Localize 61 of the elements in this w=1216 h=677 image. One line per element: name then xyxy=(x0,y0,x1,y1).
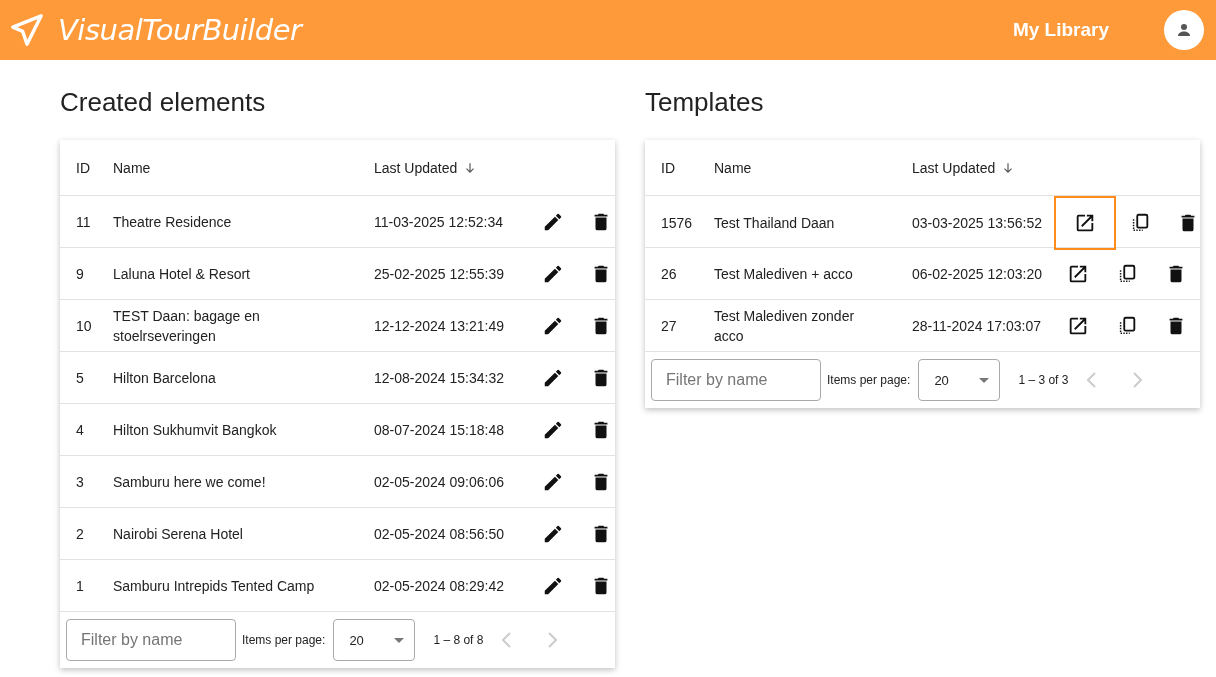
column-header[interactable]: Name xyxy=(714,159,912,176)
table-cell-text: 9 xyxy=(76,264,85,284)
table-cell-text: 1 xyxy=(76,576,85,596)
brand-name: VisualTourBuilder xyxy=(58,13,302,47)
table-cell-text: 27 xyxy=(661,316,678,336)
column-header[interactable]: Last Updated xyxy=(912,159,1054,176)
chevron-right-icon xyxy=(1132,372,1142,388)
open-external-button[interactable] xyxy=(1054,196,1116,250)
table-cell-text: 12-08-2024 15:34:32 xyxy=(374,368,505,388)
chevron-right-icon xyxy=(547,632,557,648)
chevron-left-icon xyxy=(501,632,511,648)
table-cell-text: 25-02-2025 12:55:39 xyxy=(374,264,505,284)
table-cell-text: Hilton Sukhumvit Bangkok xyxy=(113,420,278,440)
dropdown-caret-icon xyxy=(394,637,405,643)
table-cell-text: Test Malediven zonder acco xyxy=(714,306,856,346)
column-header[interactable]: Last Updated xyxy=(374,159,529,176)
table-cell-text: 5 xyxy=(76,368,85,388)
account-avatar[interactable] xyxy=(1164,10,1204,50)
table-cell-text: Samburu Intrepids Tented Camp xyxy=(113,576,316,596)
table-cell-text: 28-11-2024 17:03:07 xyxy=(912,316,1042,336)
page-range: 1 – 3 of 3 xyxy=(1018,373,1069,387)
table-cell-text: Laluna Hotel & Resort xyxy=(113,264,251,284)
table-cell-text: Nairobi Serena Hotel xyxy=(113,524,244,544)
items-per-page-label: Items per page: xyxy=(242,633,326,647)
column-header[interactable]: ID xyxy=(76,159,113,176)
table-cell-text: Hilton Barcelona xyxy=(113,368,217,388)
table-cell-text: 3 xyxy=(76,472,85,492)
table-cell-text: 02-05-2024 08:56:50 xyxy=(374,524,505,544)
table-cell-text: Test Thailand Daan xyxy=(714,214,836,233)
items-per-page-label: Items per page: xyxy=(827,373,911,387)
table-cell-text: Theatre Residence xyxy=(113,212,233,232)
table-cell-text: 12-12-2024 13:21:49 xyxy=(374,316,505,336)
table-cell-text: TEST Daan: bagage en stoelrseveringen xyxy=(113,306,261,346)
column-header[interactable]: ID xyxy=(661,159,714,176)
table-cell-text: Test Malediven + acco xyxy=(714,264,854,284)
table-cell-text: 1576 xyxy=(661,214,694,233)
filter-field[interactable]: Filter by name xyxy=(651,359,821,401)
table-cell-text: 06-02-2025 12:03:20 xyxy=(912,264,1043,284)
open-external-icon xyxy=(1074,212,1096,234)
page-range: 1 – 8 of 8 xyxy=(433,633,484,647)
chevron-left-icon xyxy=(1086,372,1096,388)
items-per-page-select[interactable]: 20 xyxy=(333,619,416,661)
table-cell-text: Samburu here we come! xyxy=(113,472,267,492)
table-cell-text: 02-05-2024 08:29:42 xyxy=(374,576,505,596)
table-cell-text: 03-03-2025 13:56:52 xyxy=(912,214,1043,233)
table-cell-text: 08-07-2024 15:18:48 xyxy=(374,420,505,440)
table-cell-text: 10 xyxy=(76,316,93,336)
dropdown-caret-icon xyxy=(979,377,990,383)
section-title: Templates xyxy=(645,86,765,118)
table-cell-text: 11-03-2025 12:52:34 xyxy=(374,212,504,232)
table-cell-text: 4 xyxy=(76,420,85,440)
filter-field[interactable]: Filter by name xyxy=(66,619,236,661)
table-cell-text: 11 xyxy=(76,212,92,232)
table-cell-text: 26 xyxy=(661,264,678,284)
table-cell-text: 2 xyxy=(76,524,85,544)
paper-plane-icon xyxy=(10,13,44,47)
column-header[interactable]: Name xyxy=(113,159,374,176)
person-icon xyxy=(1175,21,1193,39)
table-cell-text: 02-05-2024 09:06:06 xyxy=(374,472,505,492)
items-per-page-select[interactable]: 20 xyxy=(918,359,1001,401)
section-title: Created elements xyxy=(60,86,267,118)
